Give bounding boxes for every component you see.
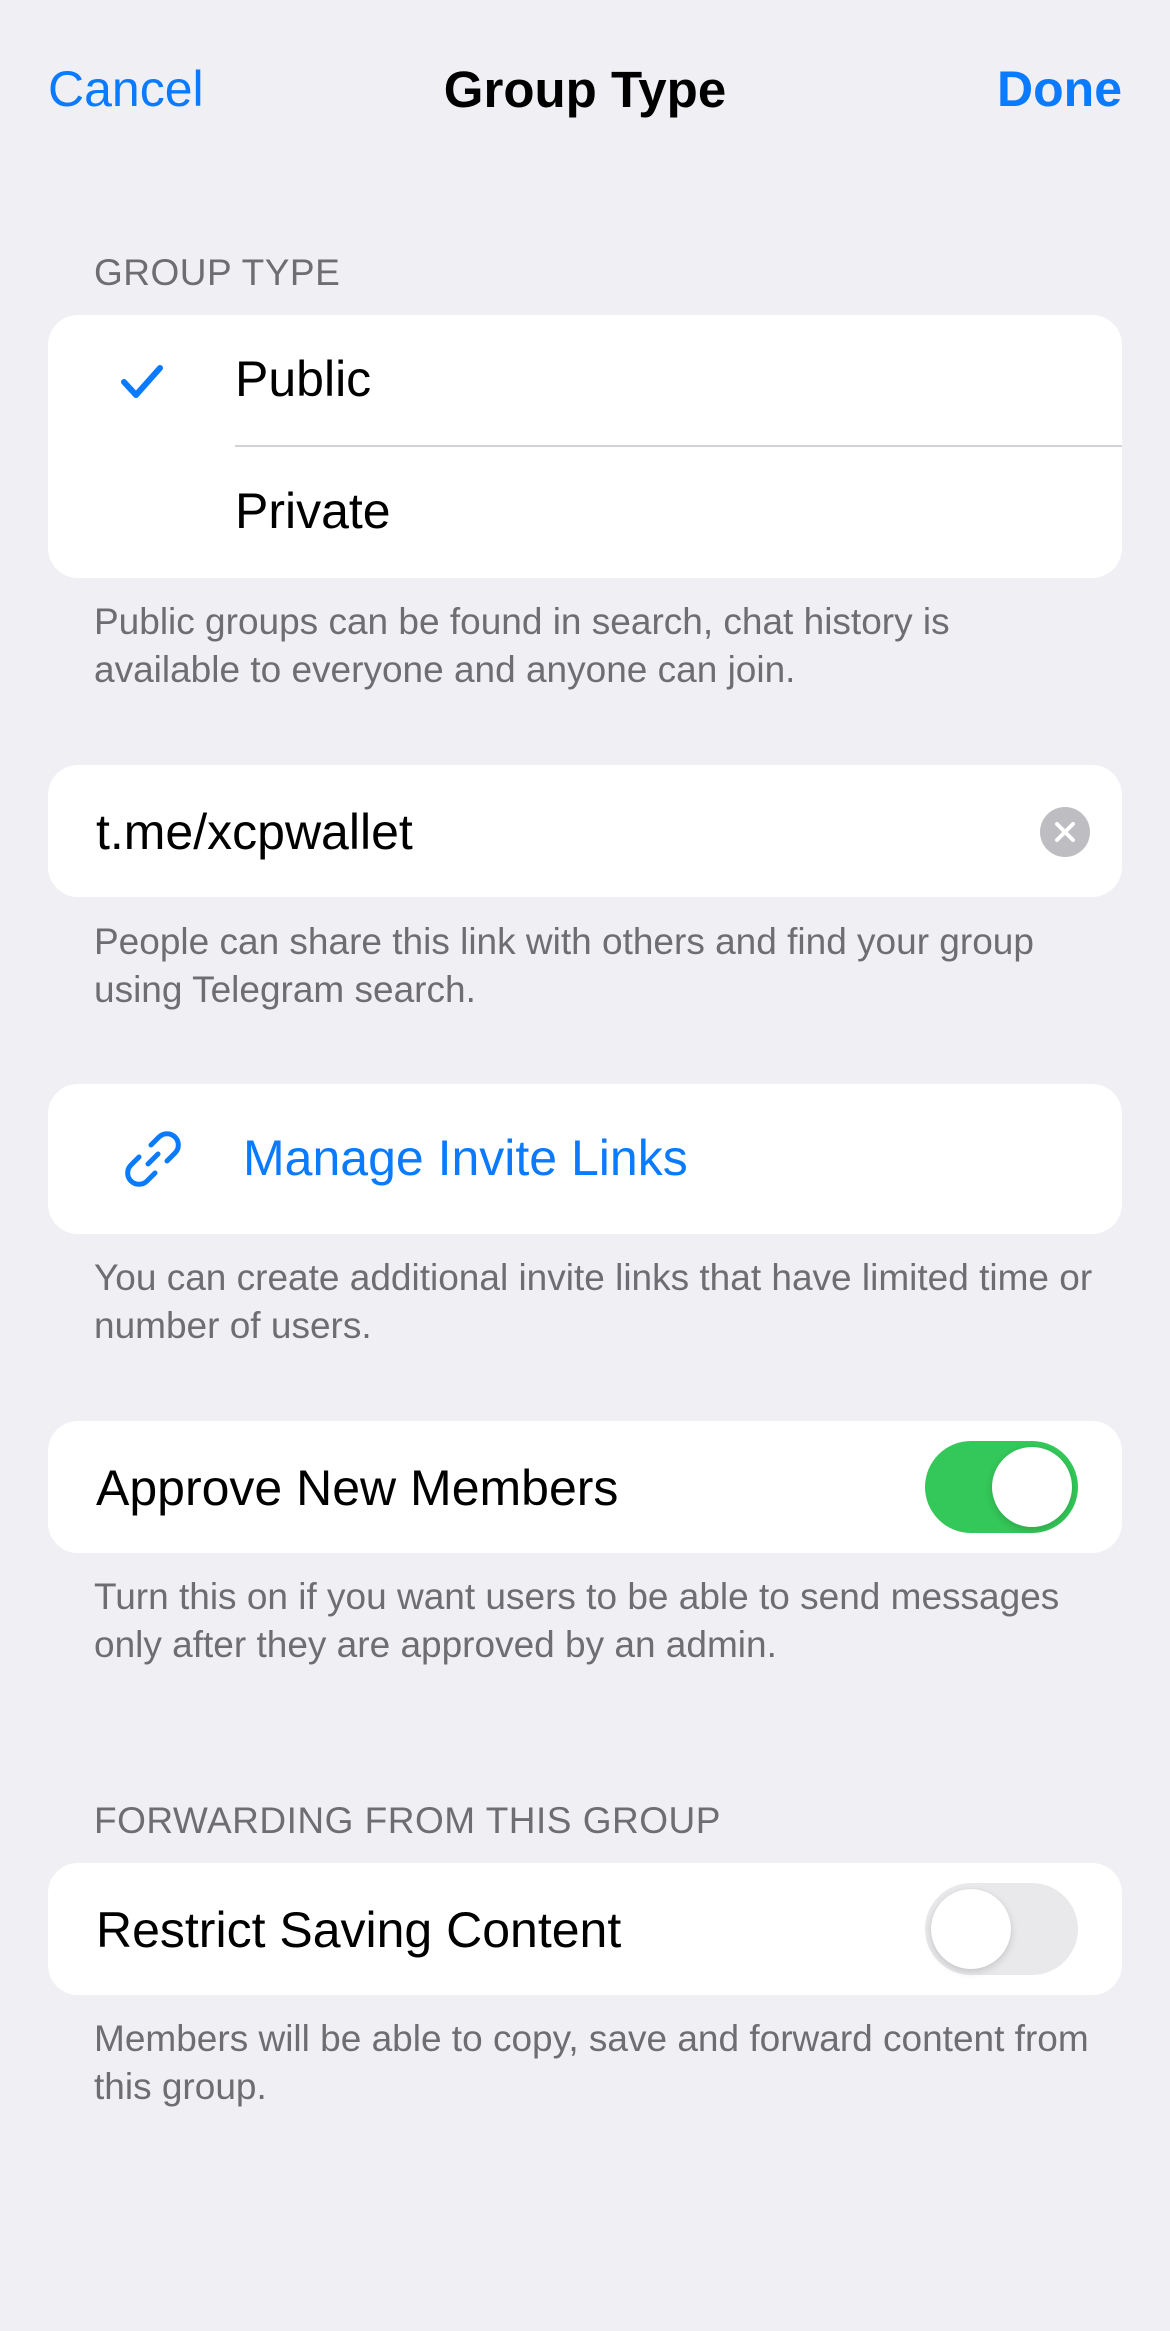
navigation-bar: Cancel Group Type Done (0, 0, 1170, 180)
invite-links-card: Manage Invite Links (48, 1084, 1122, 1234)
approve-members-toggle[interactable] (925, 1441, 1078, 1533)
approve-members-label: Approve New Members (96, 1460, 619, 1516)
approve-card: Approve New Members (48, 1421, 1122, 1553)
forwarding-header: FORWARDING FROM THIS GROUP (94, 1800, 721, 1841)
toggle-knob (992, 1447, 1072, 1527)
done-button[interactable]: Done (997, 60, 1122, 118)
invite-links-footer: You can create additional invite links t… (94, 1257, 1093, 1346)
group-type-footer: Public groups can be found in search, ch… (94, 601, 950, 690)
forwarding-footer: Members will be able to copy, save and f… (94, 2018, 1089, 2107)
manage-invite-links-button[interactable]: Manage Invite Links (48, 1084, 1122, 1234)
link-icon (125, 1131, 181, 1187)
group-type-card: Public Private (48, 315, 1122, 578)
forwarding-card: Restrict Saving Content (48, 1863, 1122, 1995)
option-public[interactable]: Public (48, 315, 1122, 446)
checkmark-icon (121, 365, 163, 398)
link-footer: People can share this link with others a… (94, 921, 1034, 1010)
restrict-saving-toggle[interactable] (925, 1883, 1078, 1975)
link-input[interactable]: t.me/xcpwallet (96, 803, 413, 861)
option-private[interactable]: Private (48, 447, 1122, 578)
restrict-saving-label: Restrict Saving Content (96, 1902, 622, 1958)
manage-invite-links-label: Manage Invite Links (243, 1130, 688, 1186)
clear-icon (1055, 822, 1075, 842)
option-private-label: Private (235, 483, 391, 539)
option-public-label: Public (235, 351, 372, 407)
page-title: Group Type (443, 61, 727, 118)
toggle-knob (931, 1889, 1011, 1969)
group-type-header: GROUP TYPE (94, 252, 341, 293)
clear-link-button[interactable] (1040, 807, 1090, 857)
link-card: t.me/xcpwallet (48, 765, 1122, 897)
approve-footer: Turn this on if you want users to be abl… (94, 1576, 1060, 1665)
